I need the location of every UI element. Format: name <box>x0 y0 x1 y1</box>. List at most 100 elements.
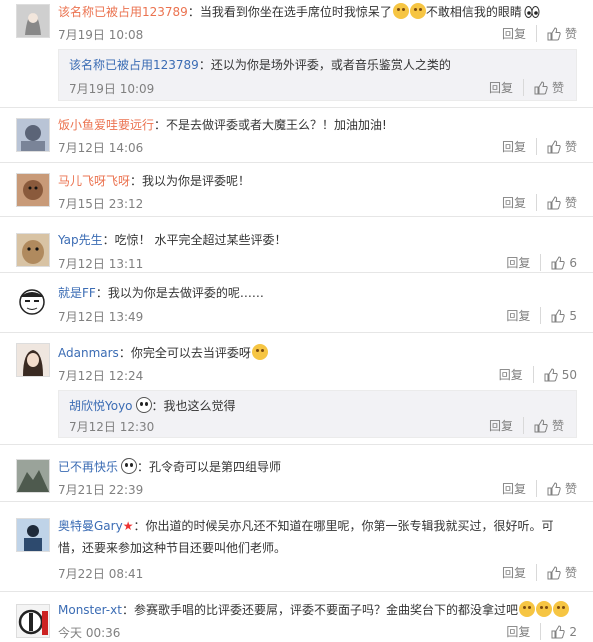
crying-emoji-icon <box>251 344 268 360</box>
username[interactable]: 马儿飞呀飞呀 <box>58 174 130 188</box>
reply-box: 该名称已被占用123789：还以为你是场外评委，或者音乐鉴赏人之类的 7月19日… <box>58 49 577 101</box>
like-count: 赞 <box>564 482 577 496</box>
reply-button[interactable]: 回复 <box>506 623 542 640</box>
avatar[interactable] <box>16 604 50 638</box>
comment-text: 你完全可以去当评委呀 <box>130 346 251 360</box>
like-button[interactable]: 赞 <box>547 25 577 42</box>
username[interactable]: 该名称已被占用123789 <box>58 5 188 19</box>
thumbs-up-icon <box>547 139 561 153</box>
username[interactable]: 就是FF <box>58 286 96 300</box>
reply-timestamp: 7月12日 12:30 <box>69 420 155 434</box>
like-count: 赞 <box>564 566 577 580</box>
comment-item: 就是FF：我以为你是去做评委的呢…… 7月12日 13:49 回复 5 <box>0 273 593 333</box>
username[interactable]: Monster-xt <box>58 603 122 617</box>
crying-emoji-icon <box>518 601 535 617</box>
timestamp: 7月22日 08:41 <box>58 567 144 581</box>
grin-sweat-emoji-icon <box>392 3 409 19</box>
comment-text: 参赛歌手唱的比评委还要屌，评委不要面子吗？金曲奖台下的都没拿过吧 <box>133 603 518 617</box>
timestamp: 今天 00:36 <box>58 626 121 640</box>
grin-sweat-emoji-icon <box>409 3 426 19</box>
reply-button[interactable]: 回复 <box>502 138 537 155</box>
reply-button[interactable]: 回复 <box>499 366 534 383</box>
panda-emoji-icon <box>135 397 152 413</box>
reply-username[interactable]: 胡欣悦Yoyo <box>69 399 133 413</box>
comment-text: 孔令奇可以是第四组导师 <box>149 460 282 474</box>
thumbs-up-icon <box>551 308 566 322</box>
timestamp: 7月12日 12:24 <box>58 369 144 383</box>
thumbs-up-icon <box>547 26 561 40</box>
avatar[interactable] <box>16 285 48 317</box>
timestamp: 7月19日 10:08 <box>58 28 144 42</box>
username[interactable]: Yap先生 <box>58 233 103 247</box>
username[interactable]: 奥特曼Gary <box>58 519 123 533</box>
timestamp: 7月12日 13:49 <box>58 310 144 324</box>
timestamp: 7月12日 13:11 <box>58 257 144 271</box>
reply-button[interactable]: 回复 <box>506 254 542 271</box>
comment-text: 不是去做评委或者大魔王么？！加油加油! <box>166 118 387 132</box>
thumbs-up-icon <box>547 195 561 209</box>
like-count: 5 <box>569 308 577 323</box>
like-button[interactable]: 2 <box>551 625 577 639</box>
like-count: 赞 <box>551 419 564 433</box>
username[interactable]: 饭小鱼爱哇要远行 <box>58 118 154 132</box>
like-count: 赞 <box>564 27 577 41</box>
comment-item: 马儿飞呀飞呀：我以为你是评委呢！ 7月15日 23:12 回复 赞 <box>0 163 593 217</box>
like-count: 50 <box>561 367 577 382</box>
reply-button[interactable]: 回复 <box>506 307 542 324</box>
star-badge-icon: ★ <box>122 519 134 533</box>
like-button[interactable]: 5 <box>551 309 577 323</box>
thumbs-up-icon <box>534 80 548 94</box>
like-button[interactable]: 赞 <box>547 564 577 581</box>
comment-item: 已不再快乐 ：孔令奇可以是第四组导师 7月21日 22:39 回复 赞 <box>0 445 593 502</box>
thumbs-up-icon <box>534 418 548 432</box>
avatar[interactable] <box>16 459 50 493</box>
like-count: 赞 <box>564 140 577 154</box>
crying-emoji-icon <box>535 601 552 617</box>
panda-emoji-icon <box>121 458 138 474</box>
comment-text: 我以为你是评委呢！ <box>142 174 251 188</box>
timestamp: 7月12日 14:06 <box>58 141 144 155</box>
avatar[interactable] <box>16 4 50 38</box>
like-button[interactable]: 50 <box>544 368 577 382</box>
comment-item: Yap先生：吃惊！ 水平完全超过某些评委！ 7月12日 13:11 回复 6 <box>0 217 593 273</box>
like-button[interactable]: 赞 <box>547 194 577 211</box>
comment-item: 该名称已被占用123789：当我看到你坐在选手席位时我惊呆了 不敢相信我的眼睛 7… <box>0 0 593 108</box>
comment-item: Adanmars：你完全可以去当评委呀 7月12日 12:24 回复 50 胡欣… <box>0 333 593 445</box>
eyes-emoji-icon <box>524 6 540 18</box>
avatar[interactable] <box>16 518 50 552</box>
comment-item: 饭小鱼爱哇要远行：不是去做评委或者大魔王么？！加油加油! 7月12日 14:06… <box>0 108 593 163</box>
reply-box: 胡欣悦Yoyo ：我也这么觉得 7月12日 12:30 回复 赞 <box>58 390 577 438</box>
comment-text: 我以为你是去做评委的呢…… <box>107 286 264 300</box>
like-count: 6 <box>569 255 577 270</box>
comment-item: 奥特曼Gary★：你出道的时候吴亦凡还不知道在哪里呢，你第一张专辑我就买过，很好… <box>0 502 593 592</box>
username[interactable]: 已不再快乐 <box>58 460 118 474</box>
reply-button[interactable]: 回复 <box>502 194 537 211</box>
reply-text: 我也这么觉得 <box>163 399 236 413</box>
like-button[interactable]: 赞 <box>547 138 577 155</box>
avatar[interactable] <box>16 343 50 377</box>
comment-text-continued: 不敢相信我的眼睛 <box>425 5 522 19</box>
comment-item: Monster-xt：参赛歌手唱的比评委还要屌，评委不要面子吗？金曲奖台下的都没… <box>0 592 593 642</box>
crying-emoji-icon <box>552 601 569 617</box>
avatar[interactable] <box>16 173 50 207</box>
like-button[interactable]: 赞 <box>534 79 564 96</box>
like-count: 2 <box>569 624 577 639</box>
comment-text: 当我看到你坐在选手席位时我惊呆了 <box>199 5 392 19</box>
avatar[interactable] <box>16 233 50 267</box>
like-count: 赞 <box>551 81 564 95</box>
thumbs-up-icon <box>551 624 566 638</box>
reply-button[interactable]: 回复 <box>489 79 524 96</box>
reply-username[interactable]: 该名称已被占用123789 <box>69 58 199 72</box>
avatar[interactable] <box>16 118 50 152</box>
like-button[interactable]: 6 <box>551 256 577 270</box>
username[interactable]: Adanmars <box>58 346 119 360</box>
timestamp: 7月21日 22:39 <box>58 483 144 497</box>
like-button[interactable]: 赞 <box>534 417 564 434</box>
reply-button[interactable]: 回复 <box>502 564 537 581</box>
reply-button[interactable]: 回复 <box>502 25 537 42</box>
comment-text: 吃惊！ 水平完全超过某些评委！ <box>114 233 287 247</box>
reply-button[interactable]: 回复 <box>489 417 524 434</box>
comment-text: 你出道的时候吴亦凡还不知道在哪里呢，你第一张专辑我就买过，很好听。可 <box>145 519 554 533</box>
like-button[interactable]: 赞 <box>547 480 577 497</box>
reply-button[interactable]: 回复 <box>502 480 537 497</box>
